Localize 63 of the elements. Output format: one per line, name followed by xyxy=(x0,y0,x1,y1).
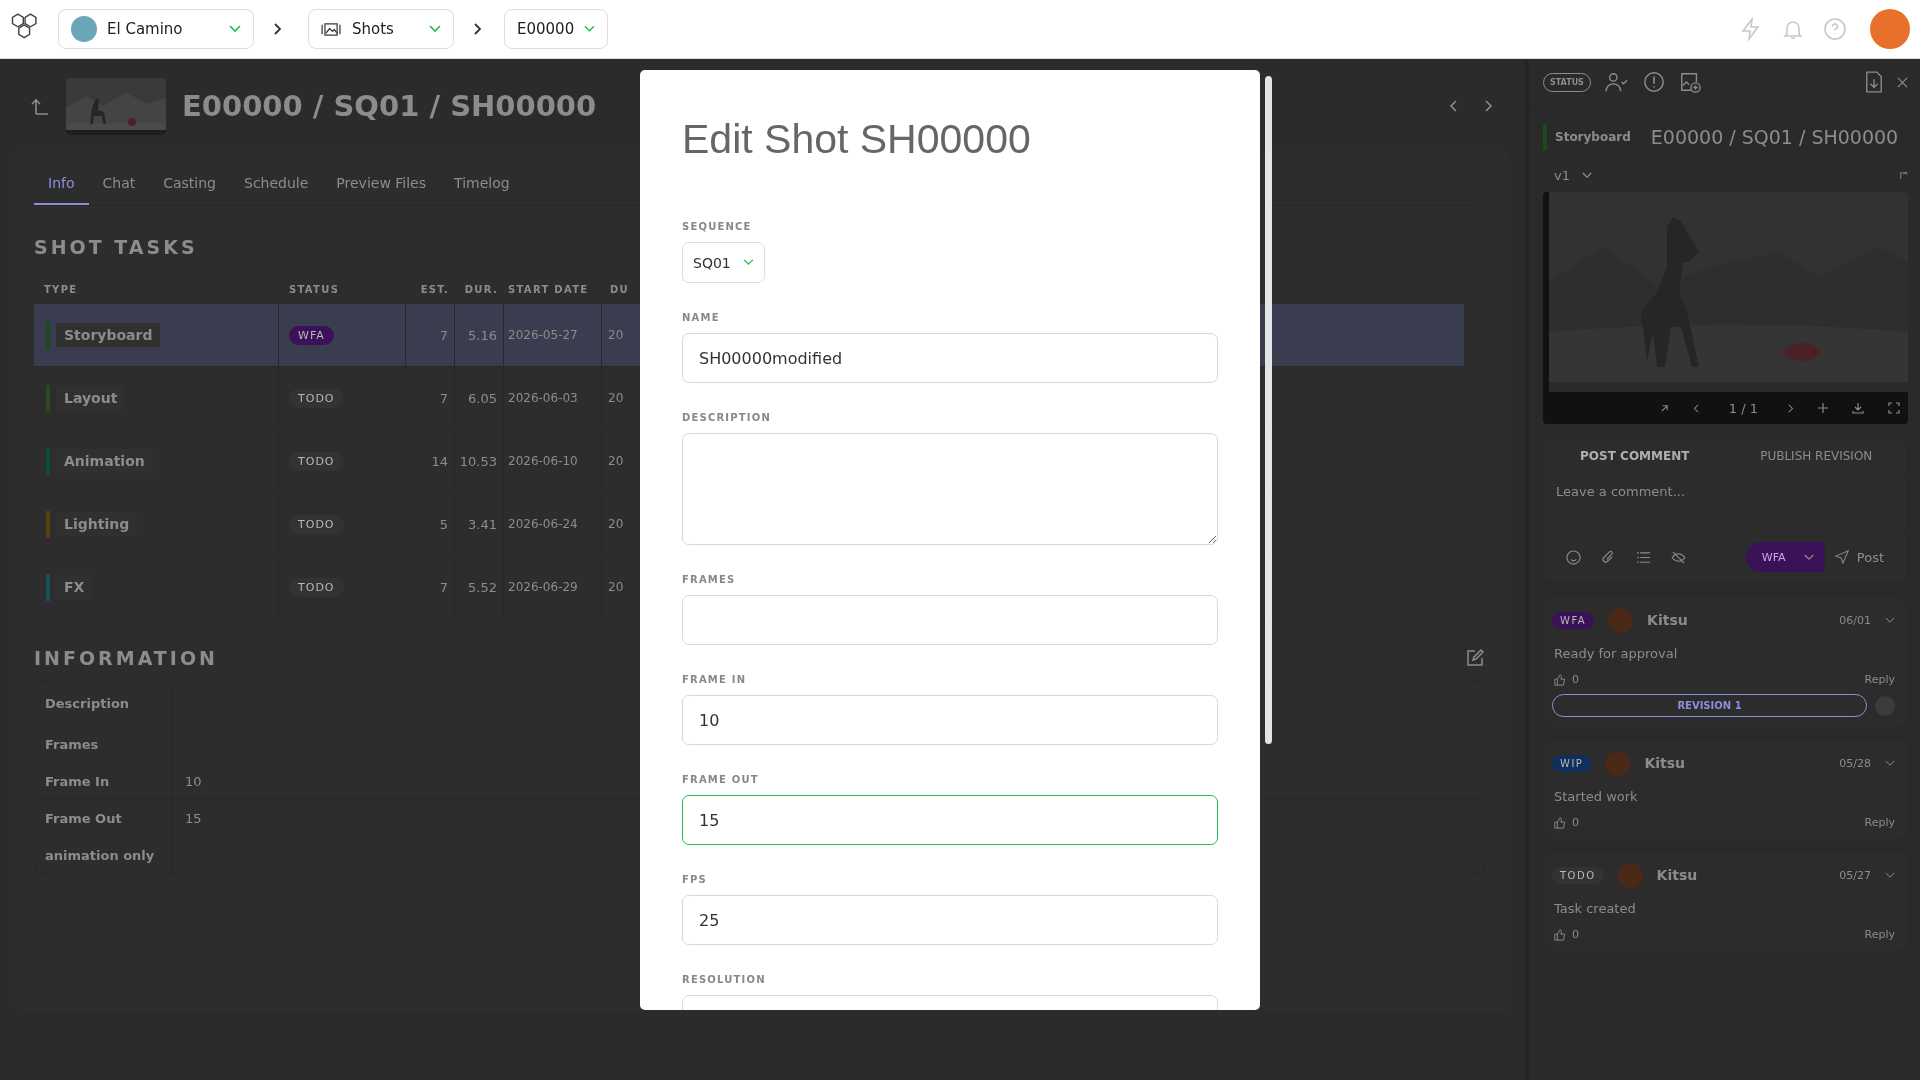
frame-counter: 1 / 1 xyxy=(1728,400,1758,416)
info-label: Description xyxy=(35,682,173,725)
field-label: RESOLUTION xyxy=(682,974,766,985)
info-label: animation only xyxy=(35,837,173,873)
column-header: STATUS xyxy=(288,283,341,295)
task-type-label: Storyboard xyxy=(1555,130,1631,144)
table-cell: 5.52 xyxy=(468,579,497,595)
status-badge: WIP xyxy=(1552,754,1592,772)
comment-text: Ready for approval xyxy=(1554,646,1679,661)
field-label: NAME xyxy=(682,312,720,323)
section-heading: INFORMATION xyxy=(34,647,218,669)
table-cell: 20 xyxy=(608,580,624,594)
table-cell: 20 xyxy=(608,328,624,342)
comment-author: Kitsu xyxy=(1644,755,1685,771)
table-cell: 7 xyxy=(439,579,448,595)
column-header: DU xyxy=(609,283,631,295)
like-count: 0 xyxy=(1572,928,1579,941)
comment-date: 05/28 xyxy=(1839,756,1871,770)
field-label: FRAME OUT xyxy=(682,774,759,785)
table-cell: 2026-06-29 xyxy=(508,580,578,594)
field-label: FRAME IN xyxy=(682,674,747,685)
table-cell: 2026-06-03 xyxy=(508,391,578,405)
entity-title: E00000 / SQ01 / SH00000 xyxy=(1650,126,1899,148)
table-cell: 3.41 xyxy=(468,516,497,532)
section-heading: SHOT TASKS xyxy=(34,236,198,258)
shot-title: E00000 / SQ01 / SH00000 xyxy=(182,89,597,123)
table-cell: 20 xyxy=(608,454,624,468)
dialog-title: Edit Shot SH00000 xyxy=(682,116,1032,163)
table-cell: 20 xyxy=(608,391,624,405)
info-label: Frame In xyxy=(35,763,173,799)
comment-text: Started work xyxy=(1554,789,1639,804)
table-cell: 20 xyxy=(608,517,624,531)
like-count: 0 xyxy=(1572,816,1579,829)
table-cell: 6.05 xyxy=(468,390,497,406)
field-label: DESCRIPTION xyxy=(682,412,772,423)
column-header: EST. xyxy=(419,283,450,295)
info-value: 10 xyxy=(185,773,202,789)
column-header: TYPE xyxy=(43,283,79,295)
table-cell: 10.53 xyxy=(459,453,497,469)
comment-text: Task created xyxy=(1554,901,1637,916)
table-cell: 2026-05-27 xyxy=(508,328,578,342)
table-cell: 14 xyxy=(431,453,448,469)
info-label: Frames xyxy=(35,726,173,762)
info-label: Frame Out xyxy=(35,800,173,836)
status-badge: WFA xyxy=(1552,611,1595,629)
comment-author: Kitsu xyxy=(1647,612,1688,628)
table-cell: 2026-06-10 xyxy=(508,454,578,468)
table-cell: 5.16 xyxy=(468,327,497,343)
like-count: 0 xyxy=(1572,673,1579,686)
table-cell: 7 xyxy=(439,390,448,406)
column-header: START DATE xyxy=(507,283,590,295)
comment-date: 05/27 xyxy=(1839,868,1871,882)
field-label: FPS xyxy=(682,874,707,885)
column-header: DUR. xyxy=(463,283,499,295)
table-cell: 2026-06-24 xyxy=(508,517,578,531)
field-label: FRAMES xyxy=(682,574,736,585)
field-label: SEQUENCE xyxy=(682,221,752,232)
comment-date: 06/01 xyxy=(1839,613,1871,627)
table-cell: 5 xyxy=(439,516,448,532)
info-value: 15 xyxy=(185,810,202,826)
comment-author: Kitsu xyxy=(1656,867,1698,883)
status-badge: TODO xyxy=(1552,866,1604,884)
table-cell: 7 xyxy=(439,327,448,343)
